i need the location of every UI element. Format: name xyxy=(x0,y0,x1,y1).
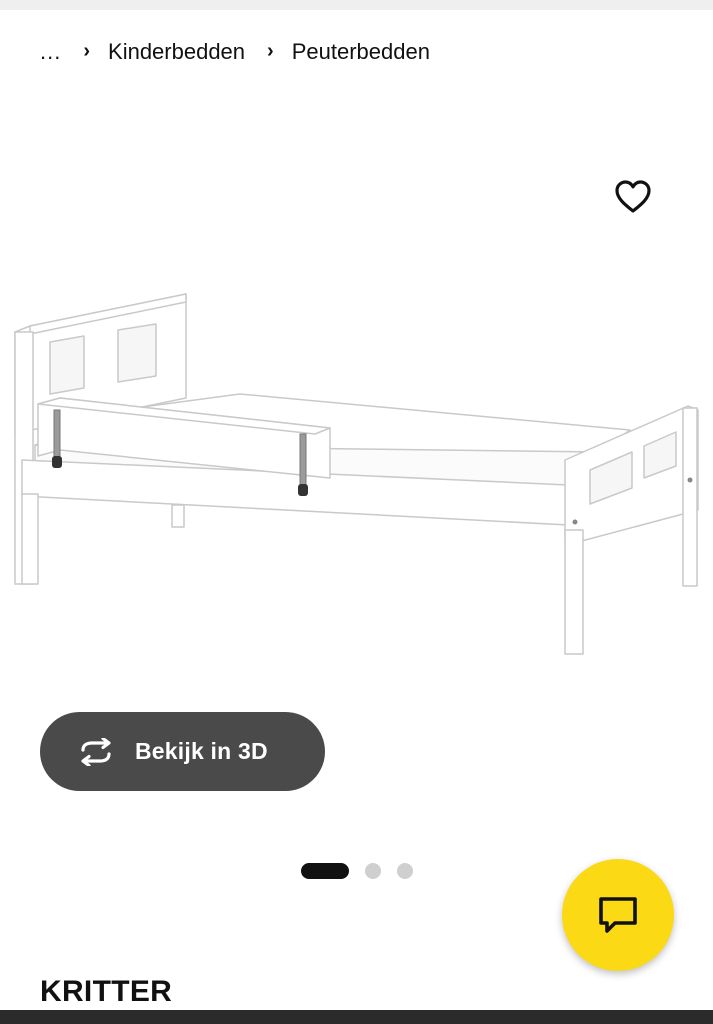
breadcrumb-separator-icon: › xyxy=(83,39,91,62)
top-strip xyxy=(0,0,713,10)
breadcrumb: ... › Kinderbedden › Peuterbedden xyxy=(40,34,430,70)
carousel-dot-active[interactable] xyxy=(301,863,349,879)
product-image[interactable] xyxy=(0,280,713,670)
breadcrumb-item-kinderbedden[interactable]: Kinderbedden xyxy=(108,39,245,65)
view-in-3d-button[interactable]: Bekijk in 3D xyxy=(40,712,325,791)
product-page: ... › Kinderbedden › Peuterbedden Bekijk… xyxy=(0,0,713,1024)
chat-button[interactable] xyxy=(562,859,674,971)
breadcrumb-separator-icon: › xyxy=(267,39,274,62)
view-in-3d-label: Bekijk in 3D xyxy=(135,738,268,764)
heart-outline-icon xyxy=(615,180,651,213)
chat-bubble-icon xyxy=(599,897,637,933)
breadcrumb-ellipsis[interactable]: ... xyxy=(40,39,61,65)
image-carousel-indicator xyxy=(301,862,413,880)
carousel-dot[interactable] xyxy=(397,863,413,879)
rotate-3d-icon xyxy=(74,737,118,767)
breadcrumb-item-peuterbedden[interactable]: Peuterbedden xyxy=(292,39,430,65)
favorite-button[interactable] xyxy=(612,176,654,218)
product-title: KRITTER xyxy=(40,975,173,1008)
carousel-dot[interactable] xyxy=(365,863,381,879)
bottom-bar xyxy=(0,1010,713,1024)
toddler-bed-illustration xyxy=(14,293,699,655)
